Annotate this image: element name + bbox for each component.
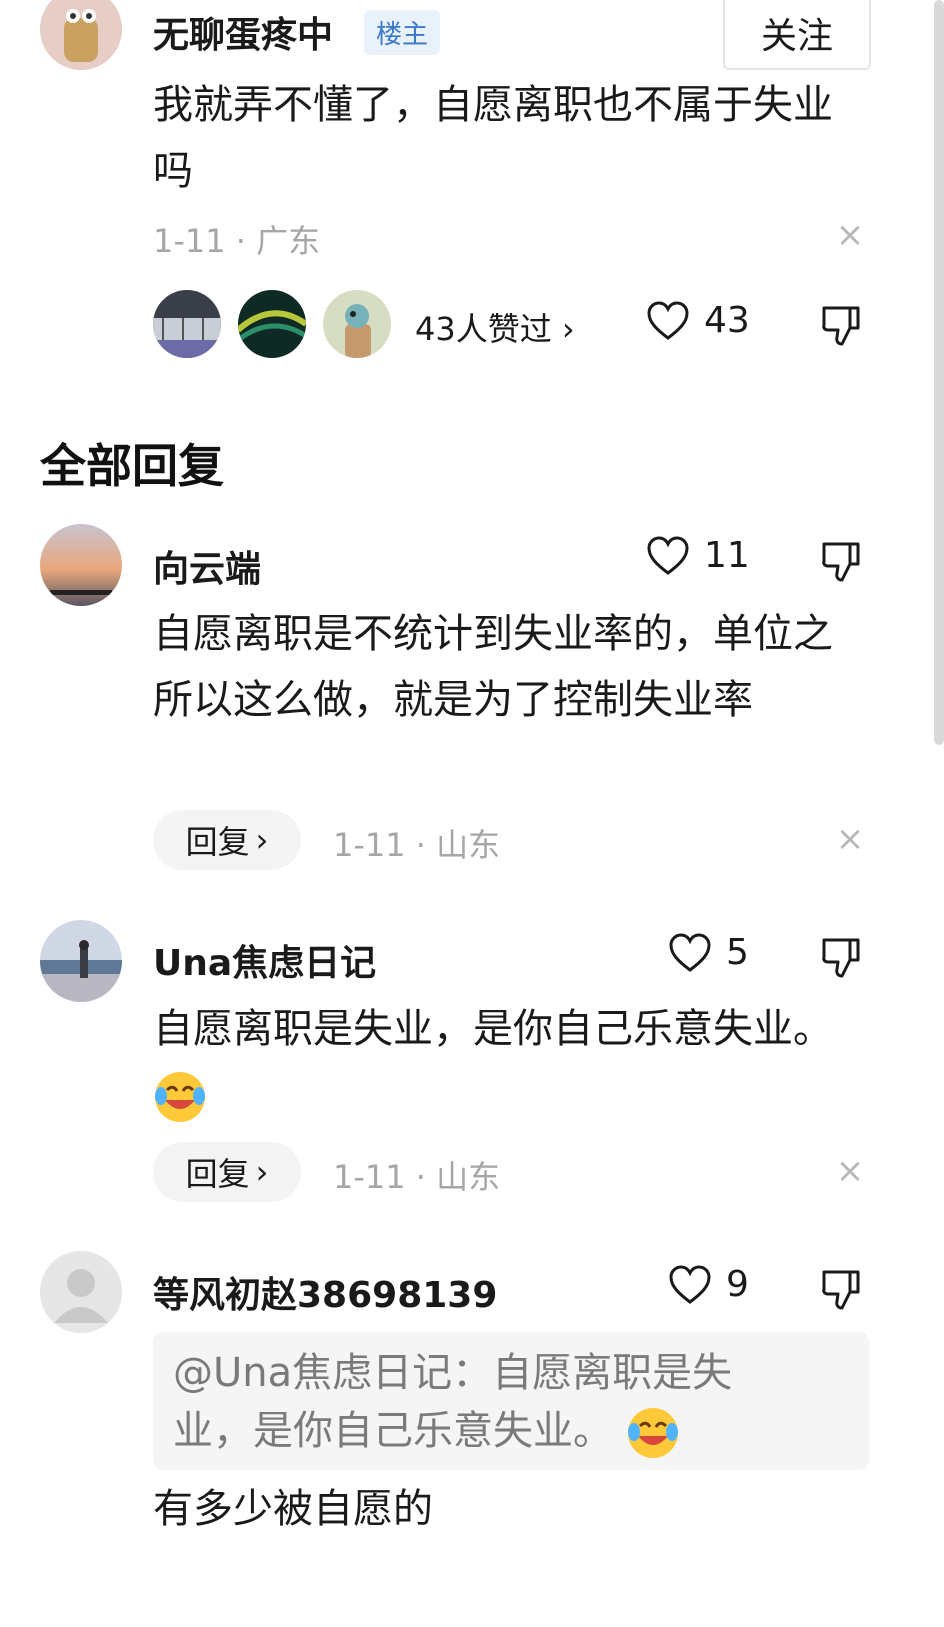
quoted-text-wrap: @Una焦虑日记：自愿离职是失业，是你自己乐意失业。	[173, 1344, 793, 1460]
reply-avatar[interactable]	[40, 1251, 122, 1333]
reply-button-label: 回复	[185, 1155, 250, 1193]
owner-badge: 楼主	[364, 10, 441, 55]
post-date: 1-11	[153, 222, 226, 260]
heart-icon	[669, 932, 711, 972]
reply-dislike-button[interactable]	[820, 540, 862, 586]
thumbs-down-icon	[822, 938, 860, 978]
reply-button[interactable]: 回复 ›	[153, 1142, 301, 1202]
chevron-right-icon: ›	[255, 1153, 269, 1191]
reply-meta: 1-11 · 山东	[333, 820, 500, 866]
reply-like-count: 5	[726, 932, 749, 973]
reply-author-name[interactable]: 等风初赵38698139	[153, 1266, 497, 1318]
meta-separator: ·	[235, 222, 246, 260]
reply-date: 1-11	[333, 1158, 406, 1196]
follow-button[interactable]: 关注	[723, 0, 871, 70]
reply-meta: 1-11 · 山东	[333, 1152, 500, 1198]
abstract-green-icon	[238, 290, 306, 358]
reply-button-label: 回复	[185, 823, 250, 861]
reply-like-button[interactable]: 9	[668, 1264, 749, 1305]
liker-avatar-2[interactable]	[238, 290, 306, 358]
post-author-name[interactable]: 无聊蛋疼中	[153, 6, 333, 58]
reply-author-name[interactable]: 向云端	[153, 540, 261, 592]
reply-content: 自愿离职是不统计到失业率的，单位之所以这么做，就是为了控制失业率	[153, 611, 833, 723]
reply-content: 有多少被自愿的	[153, 1486, 433, 1532]
section-title: 全部回复	[40, 439, 224, 493]
close-icon[interactable]: ×	[833, 822, 867, 856]
likers-link[interactable]: 43人赞过 ›	[415, 304, 575, 350]
reply-content-wrap: 自愿离职是失业，是你自己乐意失业。	[153, 996, 843, 1128]
reply-like-button[interactable]: 11	[646, 535, 750, 576]
reply-avatar[interactable]	[40, 920, 122, 1002]
scrollbar[interactable]	[934, 0, 944, 745]
sunset-photo-icon	[40, 524, 122, 606]
heart-icon	[647, 300, 689, 340]
liker-avatar-3[interactable]	[323, 290, 391, 358]
post-dislike-button[interactable]	[820, 304, 862, 350]
reply-location: 山东	[436, 826, 501, 864]
reply-like-button[interactable]: 5	[668, 932, 749, 973]
laughing-crying-emoji-icon	[627, 1408, 678, 1458]
reply-content: 自愿离职是失业，是你自己乐意失业。	[153, 1006, 833, 1052]
close-icon[interactable]: ×	[833, 218, 867, 252]
likers-text: 43人赞过	[415, 310, 552, 348]
post-meta: 1-11 · 广东	[153, 216, 320, 262]
reply-dislike-button[interactable]	[820, 1268, 862, 1314]
post-author-avatar[interactable]	[40, 0, 122, 70]
meta-separator: ·	[415, 1158, 426, 1196]
default-user-icon	[40, 1251, 122, 1333]
reply-button[interactable]: 回复 ›	[153, 810, 301, 870]
cartoon-avatar-icon	[323, 290, 391, 358]
meta-separator: ·	[415, 826, 426, 864]
post-location: 广东	[256, 222, 321, 260]
close-icon[interactable]: ×	[833, 1154, 867, 1188]
building-photo-icon	[153, 290, 221, 358]
thumbs-down-icon	[822, 306, 860, 346]
post-like-count: 43	[704, 300, 750, 341]
reply-like-count: 11	[704, 535, 750, 576]
post-content: 我就弄不懂了，自愿离职也不属于失业吗	[153, 82, 833, 194]
heart-icon	[669, 1264, 711, 1304]
chevron-right-icon: ›	[255, 821, 269, 859]
dog-avatar-icon	[40, 0, 122, 70]
reply-avatar[interactable]	[40, 524, 122, 606]
liker-avatar-1[interactable]	[153, 290, 221, 358]
beach-photo-icon	[40, 920, 122, 1002]
quoted-reply[interactable]: @Una焦虑日记：自愿离职是失业，是你自己乐意失业。	[153, 1332, 869, 1470]
thumbs-down-icon	[822, 542, 860, 582]
thumbs-down-icon	[822, 1270, 860, 1310]
reply-like-count: 9	[726, 1264, 749, 1305]
post-like-button[interactable]: 43	[646, 300, 750, 341]
laughing-crying-emoji-icon	[155, 1072, 205, 1122]
reply-author-name[interactable]: Una焦虑日记	[153, 934, 376, 986]
reply-date: 1-11	[333, 826, 406, 864]
heart-icon	[647, 535, 689, 575]
reply-location: 山东	[436, 1158, 501, 1196]
reply-dislike-button[interactable]	[820, 936, 862, 982]
chevron-right-icon: ›	[561, 310, 575, 348]
